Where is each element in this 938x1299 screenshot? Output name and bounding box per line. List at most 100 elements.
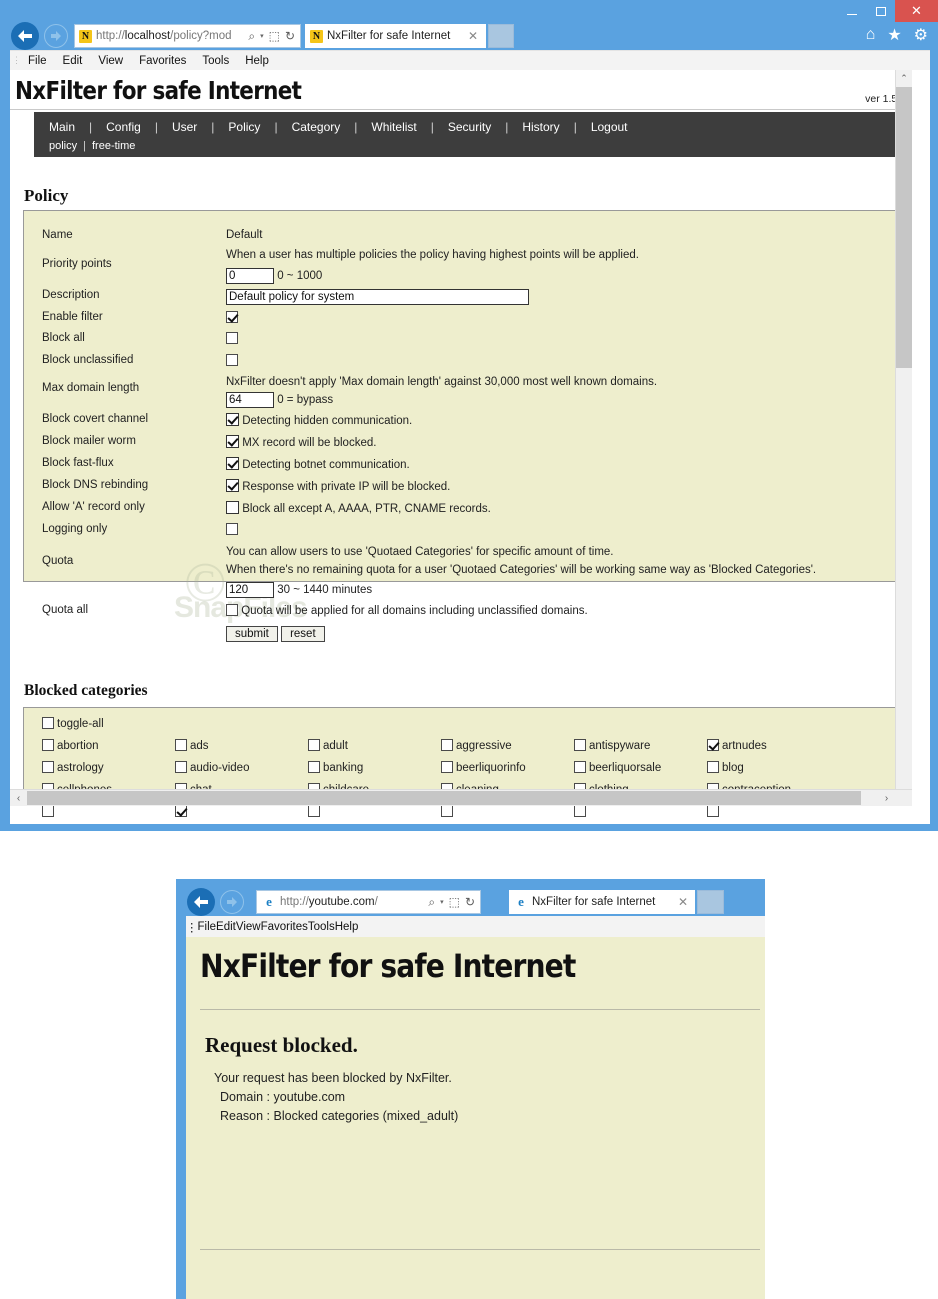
chevron-down-icon[interactable]: ▾ bbox=[260, 32, 264, 40]
new-tab-button[interactable] bbox=[488, 24, 514, 48]
address-bar[interactable]: N http://localhost/policy?mod ⌕ ▾ ⬚ ↻ bbox=[74, 24, 301, 48]
category-beerliquorsale[interactable]: beerliquorsale bbox=[574, 761, 707, 774]
menu-item-view[interactable]: View bbox=[90, 55, 131, 67]
search-icon[interactable]: ⌕ bbox=[428, 895, 435, 910]
enable-filter-checkbox[interactable] bbox=[226, 311, 238, 323]
nav-item-config[interactable]: Config bbox=[99, 120, 148, 134]
forward-button-2[interactable] bbox=[220, 890, 244, 914]
category-checkbox[interactable] bbox=[42, 805, 54, 817]
vertical-scroll-thumb[interactable] bbox=[896, 87, 912, 368]
category-beerliquorinfo[interactable]: beerliquorinfo bbox=[441, 761, 574, 774]
vertical-scrollbar[interactable]: ⌃ ⌄ bbox=[895, 70, 912, 806]
nav-item-whitelist[interactable]: Whitelist bbox=[364, 120, 423, 134]
menu-item-file-2[interactable]: File bbox=[198, 921, 217, 933]
block-covert-channel-checkbox[interactable] bbox=[226, 413, 239, 426]
nav-item-user[interactable]: User bbox=[165, 120, 204, 134]
block-mailer-worm-checkbox[interactable] bbox=[226, 435, 239, 448]
max-domain-length-input[interactable] bbox=[226, 392, 274, 408]
nav-item-main[interactable]: Main bbox=[42, 120, 82, 134]
category-checkbox[interactable] bbox=[574, 739, 586, 751]
toggle-all-checkbox[interactable] bbox=[42, 717, 54, 729]
category-partial[interactable] bbox=[441, 805, 574, 818]
quota-all-checkbox[interactable] bbox=[226, 604, 238, 616]
chevron-down-icon[interactable]: ▾ bbox=[440, 898, 444, 906]
category-toggle-all[interactable]: toggle-all bbox=[42, 717, 175, 730]
category-checkbox[interactable] bbox=[707, 739, 719, 751]
category-checkbox[interactable] bbox=[574, 805, 586, 817]
refresh-icon[interactable]: ↻ bbox=[285, 29, 295, 43]
menu-item-favorites-2[interactable]: Favorites bbox=[261, 921, 308, 933]
menu-item-tools[interactable]: Tools bbox=[194, 55, 237, 67]
compatibility-view-icon[interactable]: ⬚ bbox=[269, 29, 280, 43]
tab-close-icon[interactable]: ✕ bbox=[678, 895, 695, 909]
forward-button[interactable] bbox=[44, 24, 68, 48]
category-checkbox[interactable] bbox=[42, 739, 54, 751]
nav-item-security[interactable]: Security bbox=[441, 120, 498, 134]
block-all-checkbox[interactable] bbox=[226, 332, 238, 344]
close-button[interactable]: ✕ bbox=[895, 0, 938, 22]
category-checkbox[interactable] bbox=[308, 805, 320, 817]
new-tab-button-2[interactable] bbox=[697, 890, 724, 914]
category-banking[interactable]: banking bbox=[308, 761, 441, 774]
search-icon[interactable]: ⌕ bbox=[248, 29, 255, 44]
category-partial[interactable] bbox=[707, 805, 840, 818]
scroll-right-icon[interactable]: › bbox=[878, 790, 895, 806]
minimize-button[interactable] bbox=[837, 0, 866, 22]
compatibility-view-icon[interactable]: ⬚ bbox=[449, 895, 460, 909]
category-checkbox[interactable] bbox=[441, 761, 453, 773]
menu-item-help[interactable]: Help bbox=[237, 55, 277, 67]
priority-points-input[interactable] bbox=[226, 268, 274, 284]
quota-input[interactable] bbox=[226, 582, 274, 598]
block-unclassified-checkbox[interactable] bbox=[226, 354, 238, 366]
reset-button[interactable]: reset bbox=[281, 626, 325, 642]
category-partial[interactable] bbox=[42, 805, 175, 818]
nav-subitem-policy[interactable]: policy bbox=[45, 140, 81, 152]
category-checkbox[interactable] bbox=[175, 739, 187, 751]
block-fast-flux-checkbox[interactable] bbox=[226, 457, 239, 470]
back-button-2[interactable] bbox=[187, 888, 215, 916]
category-checkbox[interactable] bbox=[308, 739, 320, 751]
category-checkbox[interactable] bbox=[175, 761, 187, 773]
browser-tab[interactable]: N NxFilter for safe Internet ✕ bbox=[305, 24, 486, 48]
browser-tab-2[interactable]: e NxFilter for safe Internet ✕ bbox=[509, 890, 695, 914]
menu-item-view-2[interactable]: View bbox=[236, 921, 261, 933]
gear-icon[interactable]: ⚙ bbox=[914, 25, 928, 45]
category-checkbox[interactable] bbox=[707, 761, 719, 773]
home-icon[interactable]: ⌂ bbox=[866, 26, 876, 44]
back-button[interactable] bbox=[11, 22, 39, 50]
category-artnudes[interactable]: artnudes bbox=[707, 739, 840, 752]
nav-item-history[interactable]: History bbox=[515, 120, 566, 134]
nav-item-category[interactable]: Category bbox=[285, 120, 348, 134]
refresh-icon[interactable]: ↻ bbox=[465, 895, 475, 909]
category-adult[interactable]: adult bbox=[308, 739, 441, 752]
category-checkbox[interactable] bbox=[441, 739, 453, 751]
category-audio-video[interactable]: audio-video bbox=[175, 761, 308, 774]
category-astrology[interactable]: astrology bbox=[42, 761, 175, 774]
nav-item-logout[interactable]: Logout bbox=[584, 120, 635, 134]
category-checkbox[interactable] bbox=[441, 805, 453, 817]
category-checkbox[interactable] bbox=[175, 805, 187, 817]
category-partial[interactable] bbox=[175, 805, 308, 818]
address-bar-2[interactable]: e http://youtube.com/ ⌕ ▾ ⬚ ↻ bbox=[256, 890, 481, 914]
logging-only-checkbox[interactable] bbox=[226, 523, 238, 535]
allow-a-record-only-checkbox[interactable] bbox=[226, 501, 239, 514]
category-checkbox[interactable] bbox=[42, 761, 54, 773]
category-abortion[interactable]: abortion bbox=[42, 739, 175, 752]
horizontal-scrollbar[interactable]: ‹ › bbox=[10, 789, 912, 806]
category-checkbox[interactable] bbox=[574, 761, 586, 773]
menu-item-edit[interactable]: Edit bbox=[55, 55, 91, 67]
tab-close-icon[interactable]: ✕ bbox=[468, 29, 485, 43]
category-partial[interactable] bbox=[574, 805, 707, 818]
category-blog[interactable]: blog bbox=[707, 761, 840, 774]
menu-item-help-2[interactable]: Help bbox=[335, 921, 359, 933]
favorites-star-icon[interactable]: ★ bbox=[887, 25, 901, 45]
category-checkbox[interactable] bbox=[707, 805, 719, 817]
category-partial[interactable] bbox=[308, 805, 441, 818]
scroll-up-icon[interactable]: ⌃ bbox=[896, 70, 912, 87]
category-antispyware[interactable]: antispyware bbox=[574, 739, 707, 752]
category-ads[interactable]: ads bbox=[175, 739, 308, 752]
maximize-button[interactable] bbox=[866, 0, 895, 22]
menu-item-file[interactable]: File bbox=[20, 55, 55, 67]
menu-item-favorites[interactable]: Favorites bbox=[131, 55, 194, 67]
category-checkbox[interactable] bbox=[308, 761, 320, 773]
